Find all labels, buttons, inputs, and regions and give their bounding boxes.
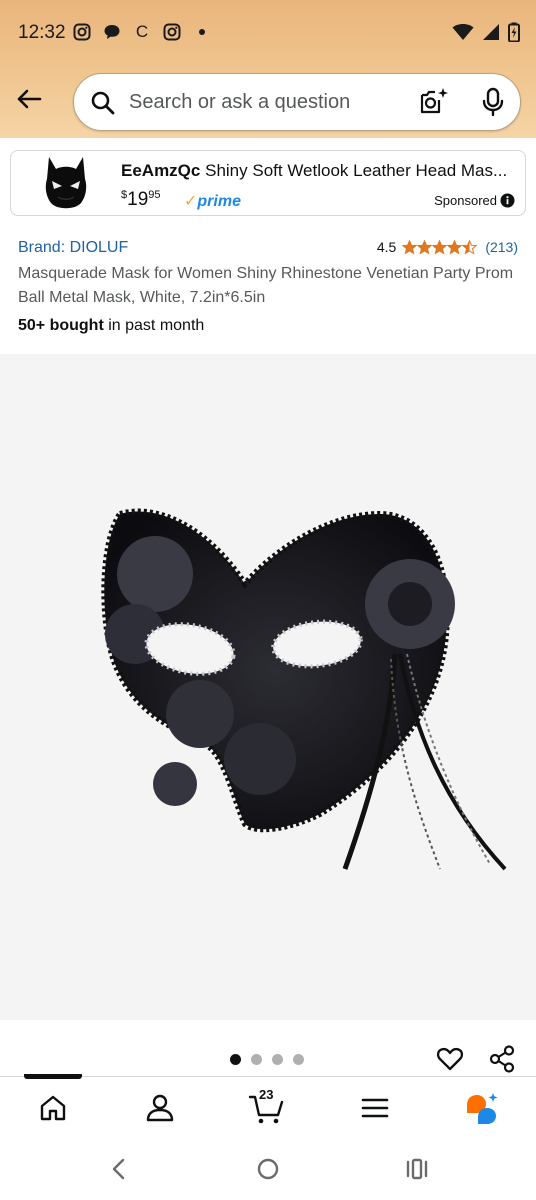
image-carousel-dots[interactable] [230,1054,304,1065]
star-rating [402,239,478,255]
heart-icon[interactable] [436,1045,464,1073]
carousel-dot[interactable] [230,1054,241,1065]
chat-bubble-icon [102,22,122,42]
battery-icon [508,22,520,47]
system-home-icon[interactable] [255,1156,281,1182]
product-image-gallery[interactable] [0,354,536,1020]
info-icon[interactable] [500,193,515,208]
bought-period: in past month [103,317,205,334]
carousel-dot[interactable] [293,1054,304,1065]
status-bar: 12:32 C [0,0,536,64]
back-arrow-icon[interactable] [14,84,44,114]
carousel-dot[interactable] [251,1054,262,1065]
ad-brand: EeAmzQc [121,161,201,180]
bottom-navigation: 23 [0,1074,536,1136]
ad-title-text: Shiny Soft Wetlook Leather Head Mas... [205,161,508,180]
home-icon[interactable] [36,1091,70,1125]
system-recents-icon[interactable] [404,1156,430,1182]
review-count-link[interactable]: (213) [485,239,518,255]
signal-icon [482,23,500,46]
sponsored-label: Sponsored [434,193,497,208]
brand-link[interactable]: Brand: DIOLUF [18,239,128,257]
search-icon [90,90,116,116]
menu-icon[interactable] [358,1091,392,1125]
microphone-icon[interactable] [478,86,508,118]
camera-search-icon[interactable] [418,86,450,118]
share-icon[interactable] [488,1045,516,1073]
rating-summary[interactable]: 4.5 (213) [377,239,518,255]
star-icon [432,239,448,255]
product-title: Masquerade Mask for Women Shiny Rhinesto… [18,265,514,306]
ad-product-thumbnail [41,155,91,213]
bought-count: 50+ bought [18,317,104,334]
dot-icon [192,22,212,42]
cart-icon[interactable]: 23 [248,1087,284,1125]
account-icon[interactable] [143,1091,177,1125]
ad-title[interactable]: EeAmzQc Shiny Soft Wetlook Leather Head … [121,161,517,181]
notification-icons: C [72,22,212,42]
active-tab-indicator [24,1074,82,1079]
star-icon [447,239,463,255]
instagram-icon [162,22,182,42]
star-icon [462,239,478,255]
ad-price: $1995 [121,189,161,211]
prime-check-icon: ✓ [184,193,198,210]
system-status-icons [452,22,520,47]
c-letter-icon: C [135,22,149,41]
star-icon [417,239,433,255]
search-input[interactable]: Search or ask a question [129,91,350,114]
bought-in-past-month: 50+ bought in past month [18,317,204,335]
prime-badge: ✓prime [184,191,241,211]
sponsored-ad-card[interactable]: EeAmzQc Shiny Soft Wetlook Leather Head … [10,150,526,216]
ad-price-fraction: 95 [148,189,161,201]
rufus-icon[interactable] [464,1091,498,1125]
system-navigation-bar [0,1136,536,1200]
prime-label: prime [197,193,241,210]
carousel-dot[interactable] [272,1054,283,1065]
rating-value: 4.5 [376,239,397,255]
wifi-icon [452,23,474,46]
instagram-icon [72,22,92,42]
star-icon [402,239,418,255]
system-back-icon[interactable] [106,1156,132,1182]
search-bar[interactable]: Search or ask a question [73,73,521,131]
ad-price-whole: 19 [127,189,149,210]
product-image-masquerade-mask [101,508,507,871]
status-time: 12:32 [18,22,66,43]
cart-count: 23 [259,1087,274,1102]
